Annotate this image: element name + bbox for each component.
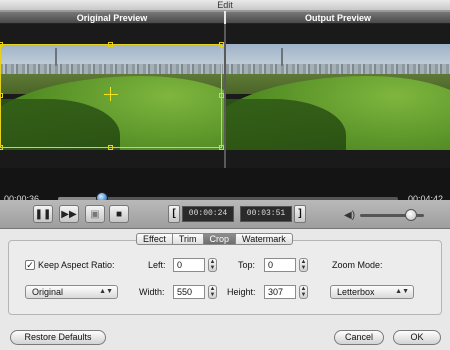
pause-button[interactable]: ❚❚ bbox=[33, 205, 53, 223]
zoom-mode-label: Zoom Mode: bbox=[332, 260, 383, 270]
height-stepper[interactable]: ▲ ▼ bbox=[299, 285, 308, 299]
trim-start-time: 00:00:24 bbox=[182, 206, 234, 222]
tab-crop[interactable]: Crop bbox=[203, 234, 237, 244]
chevron-updown-icon: ▲▼ bbox=[99, 288, 113, 295]
crop-center-crosshair-v bbox=[110, 87, 111, 101]
tab-trim[interactable]: Trim bbox=[173, 234, 204, 244]
width-input[interactable]: 550 bbox=[173, 285, 205, 299]
preview-area: 00:00:36 00:04:42 bbox=[0, 24, 450, 217]
chevron-updown-icon: ▲▼ bbox=[395, 288, 409, 295]
top-stepper[interactable]: ▲ ▼ bbox=[299, 258, 308, 272]
set-trim-end-button[interactable]: ] bbox=[294, 205, 306, 223]
top-input[interactable]: 0 bbox=[264, 258, 296, 272]
crop-handle-bottom-mid[interactable] bbox=[108, 145, 113, 150]
height-label: Height: bbox=[227, 287, 256, 297]
fast-forward-button[interactable]: ▶▶ bbox=[59, 205, 79, 223]
stop-icon: ■ bbox=[115, 209, 123, 220]
output-preview-pane bbox=[226, 24, 450, 168]
width-stepper[interactable]: ▲ ▼ bbox=[208, 285, 217, 299]
zoom-mode-value: Letterbox bbox=[337, 287, 375, 297]
output-preview-header: Output Preview bbox=[226, 11, 450, 24]
width-label: Width: bbox=[139, 287, 165, 297]
tab-effect[interactable]: Effect bbox=[137, 234, 173, 244]
keep-aspect-checkbox[interactable]: ✓ bbox=[25, 260, 35, 270]
height-input[interactable]: 307 bbox=[264, 285, 296, 299]
volume-knob[interactable] bbox=[405, 209, 418, 221]
zoom-mode-select[interactable]: Letterbox ▲▼ bbox=[330, 285, 414, 299]
left-label: Left: bbox=[148, 260, 166, 270]
left-stepper[interactable]: ▲ ▼ bbox=[208, 258, 217, 272]
aspect-ratio-value: Original bbox=[32, 287, 64, 297]
frame-step-button[interactable]: ▣ bbox=[85, 205, 105, 223]
original-preview-pane[interactable] bbox=[0, 24, 224, 168]
cancel-button[interactable]: Cancel bbox=[334, 330, 384, 345]
output-video-frame bbox=[226, 44, 450, 150]
restore-defaults-button[interactable]: Restore Defaults bbox=[10, 330, 106, 345]
set-trim-start-button[interactable]: [ bbox=[168, 205, 180, 223]
window-title: Edit bbox=[217, 0, 233, 10]
frame-step-icon: ▣ bbox=[90, 209, 100, 220]
settings-panel bbox=[8, 240, 442, 315]
original-preview-header: Original Preview bbox=[0, 11, 224, 24]
pause-icon: ❚❚ bbox=[34, 209, 52, 220]
title-bar: Edit bbox=[0, 0, 450, 11]
volume-icon: ◀) bbox=[344, 210, 356, 221]
crop-handle-mid-left[interactable] bbox=[0, 93, 3, 98]
crop-center-crosshair[interactable] bbox=[104, 94, 118, 95]
playback-controls: ❚❚ ▶▶ ▣ ■ [ 00:00:24 00:03:51 ] ◀) bbox=[0, 200, 450, 229]
tab-watermark[interactable]: Watermark bbox=[236, 234, 292, 244]
keep-aspect-label: Keep Aspect Ratio: bbox=[38, 260, 115, 270]
aspect-ratio-select[interactable]: Original ▲▼ bbox=[25, 285, 118, 299]
left-input[interactable]: 0 bbox=[173, 258, 205, 272]
edit-tabs: Effect Trim Crop Watermark bbox=[136, 233, 293, 245]
crop-handle-top-left[interactable] bbox=[0, 42, 3, 47]
crop-handle-bottom-left[interactable] bbox=[0, 145, 3, 150]
fast-forward-icon: ▶▶ bbox=[61, 209, 77, 220]
crop-handle-top-mid[interactable] bbox=[108, 42, 113, 47]
crop-frame[interactable] bbox=[0, 44, 222, 148]
stop-button[interactable]: ■ bbox=[109, 205, 129, 223]
top-label: Top: bbox=[238, 260, 256, 270]
trim-end-time: 00:03:51 bbox=[240, 206, 292, 222]
ok-button[interactable]: OK bbox=[393, 330, 441, 345]
